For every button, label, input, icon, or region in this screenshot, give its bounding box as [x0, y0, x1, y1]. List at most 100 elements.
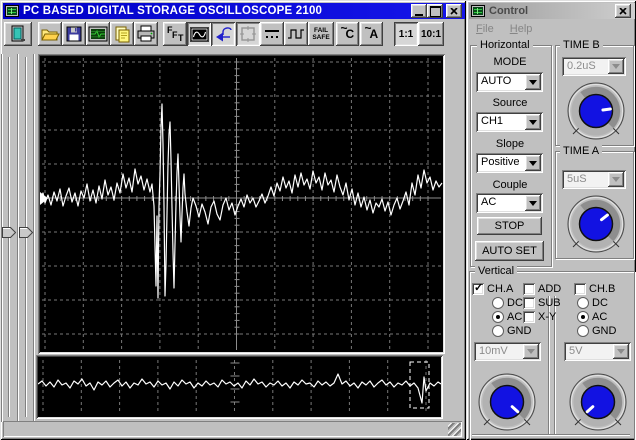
save-floppy-icon	[66, 26, 82, 42]
ch-a-checkbox[interactable]	[472, 281, 484, 295]
auto-set-button[interactable]: AUTO SET	[475, 241, 544, 261]
exit-button[interactable]	[4, 22, 32, 46]
ch-b-dc-radio[interactable]	[577, 297, 589, 309]
control-window: Control File Help Horizontal MODE AUTO S…	[466, 0, 636, 440]
horizontal-group-label: Horizontal	[477, 38, 533, 52]
chevron-down-icon	[529, 119, 537, 125]
time-a-group-label: TIME A	[560, 144, 603, 158]
fft-icon: F F T	[167, 25, 184, 43]
minimize-button[interactable]	[411, 4, 427, 18]
save-button[interactable]	[62, 22, 86, 46]
control-close-button[interactable]	[615, 4, 631, 18]
menu-file[interactable]: File	[472, 21, 498, 37]
ampere-icon: ~ A	[364, 21, 379, 41]
main-window-title: PC BASED DIGITAL STORAGE OSCILLOSCOPE 21…	[23, 5, 323, 17]
dotted-grid-button[interactable]	[260, 22, 284, 46]
mode-select[interactable]: AUTO	[476, 72, 543, 92]
dotted-line-icon	[265, 30, 279, 38]
ch-b-range-arrow	[613, 344, 629, 359]
vertical-group-label: Vertical	[475, 264, 518, 278]
overview-display-frame	[36, 355, 443, 419]
failsafe-button[interactable]: FAIL SAFE	[308, 22, 334, 46]
screen-capture-icon	[88, 26, 108, 42]
resize-grip[interactable]	[448, 423, 461, 436]
couple-label: Couple	[492, 179, 528, 191]
control-menu-bar: File Help	[472, 21, 536, 37]
time-a-select[interactable]: 5uS	[562, 170, 626, 189]
ch-b-ac-radio[interactable]	[577, 311, 589, 323]
open-button[interactable]	[38, 22, 62, 46]
refresh-trace-button[interactable]	[211, 22, 235, 46]
desktop: PC BASED DIGITAL STORAGE OSCILLOSCOPE 21…	[0, 0, 636, 440]
mode-select-arrow[interactable]	[525, 74, 541, 90]
time-b-select[interactable]: 0.2uS	[562, 57, 626, 76]
copy-button[interactable]	[110, 22, 134, 46]
ratio-10-1-button[interactable]: 10:1	[418, 22, 444, 46]
position-slider-thumb-2[interactable]	[19, 227, 33, 238]
trigger-marker[interactable]	[40, 192, 48, 205]
celsius-button[interactable]: ~ C	[336, 21, 359, 46]
vertical-bottom-divider	[472, 434, 630, 436]
capture-button[interactable]	[86, 22, 110, 46]
ch-a-gain-knob[interactable]	[477, 372, 537, 432]
square-wave-button[interactable]	[284, 22, 308, 46]
couple-select[interactable]: AC	[476, 193, 543, 213]
ch-b-gnd-label: GND	[592, 325, 617, 337]
chevron-down-icon	[529, 160, 537, 166]
close-button[interactable]	[446, 4, 462, 18]
ch-b-gnd-radio[interactable]	[577, 325, 589, 337]
source-select-arrow[interactable]	[525, 114, 541, 130]
ch-a-ac-label: AC	[507, 311, 523, 323]
ch-b-range-select[interactable]: 5V	[564, 342, 631, 361]
mode-label: MODE	[493, 56, 527, 68]
time-a-knob[interactable]	[566, 194, 626, 254]
sub-checkbox[interactable]	[523, 297, 535, 309]
grid-toggle-button[interactable]	[236, 22, 260, 46]
chevron-down-icon	[612, 177, 620, 182]
ch-a-ac-radio[interactable]	[492, 311, 504, 323]
couple-select-arrow[interactable]	[525, 195, 541, 211]
main-title-bar: PC BASED DIGITAL STORAGE OSCILLOSCOPE 21…	[3, 3, 465, 19]
main-display-frame	[38, 54, 445, 354]
sub-checkbox-label: SUB	[538, 297, 561, 309]
fft-button[interactable]: F F T	[163, 22, 187, 46]
maximize-icon	[429, 5, 441, 17]
main-display-grid	[42, 58, 441, 350]
ch-b-checkbox[interactable]	[574, 283, 586, 295]
xy-checkbox[interactable]	[523, 311, 535, 323]
ampere-button[interactable]: ~ A	[360, 21, 383, 46]
overview-display	[38, 357, 441, 417]
source-label: Source	[492, 97, 528, 109]
print-button[interactable]	[134, 22, 158, 46]
sine-wave-icon	[189, 26, 209, 42]
ratio-1-1-button[interactable]: 1:1	[394, 22, 418, 46]
ch-b-gain-knob[interactable]	[568, 372, 628, 432]
control-window-title: Control	[489, 5, 529, 17]
slope-label: Slope	[495, 138, 525, 150]
slope-select[interactable]: Positive	[476, 153, 543, 173]
square-wave-icon	[288, 29, 304, 39]
source-select[interactable]: CH1	[476, 112, 543, 132]
control-close-icon	[619, 7, 627, 15]
chevron-down-icon	[612, 64, 620, 69]
ch-a-gnd-radio[interactable]	[492, 325, 504, 337]
add-checkbox[interactable]	[523, 283, 535, 295]
notes-icon	[115, 26, 130, 43]
minimize-icon	[415, 14, 423, 16]
stop-button[interactable]: STOP	[477, 217, 542, 235]
waveform-display-button[interactable]	[187, 22, 211, 46]
ch-a-range-select[interactable]: 10mV	[474, 342, 541, 361]
time-b-select-arrow	[608, 59, 624, 74]
slope-select-arrow[interactable]	[525, 155, 541, 171]
chevron-down-icon	[529, 79, 537, 85]
add-checkbox-label: ADD	[538, 283, 562, 295]
ch-b-ac-label: AC	[592, 311, 608, 323]
ch-a-dc-radio[interactable]	[492, 297, 504, 309]
maximize-button[interactable]	[427, 4, 443, 18]
slider-separator	[1, 54, 3, 422]
position-slider-thumb-1[interactable]	[2, 227, 16, 238]
time-b-knob[interactable]	[566, 81, 626, 141]
time-a-select-arrow	[608, 172, 624, 187]
status-bar	[3, 421, 462, 437]
menu-help[interactable]: Help	[506, 21, 537, 37]
